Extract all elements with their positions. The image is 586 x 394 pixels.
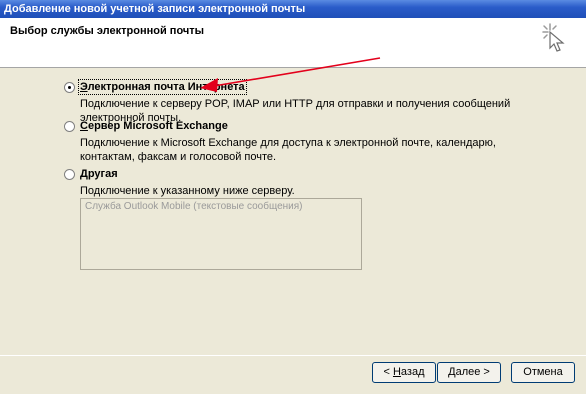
add-email-account-dialog: Добавление новой учетной записи электрон… bbox=[0, 0, 586, 394]
window-title: Добавление новой учетной записи электрон… bbox=[4, 3, 306, 15]
wizard-sparkle-icon bbox=[542, 23, 565, 52]
radio-internet-email[interactable] bbox=[64, 82, 75, 93]
wizard-header: Выбор службы электронной почты bbox=[0, 18, 586, 68]
list-item: Служба Outlook Mobile (текстовые сообщен… bbox=[85, 201, 303, 212]
radio-exchange-server[interactable] bbox=[64, 121, 75, 132]
radio-other[interactable] bbox=[64, 169, 75, 180]
other-servers-list: Служба Outlook Mobile (текстовые сообщен… bbox=[80, 198, 362, 270]
option-internet-email-label[interactable]: Электронная почта Интернета bbox=[78, 79, 247, 95]
option-exchange-server-description: Подключение к Microsoft Exchange для дос… bbox=[80, 137, 496, 163]
back-button[interactable]: < Назад bbox=[372, 362, 436, 383]
title-bar: Добавление новой учетной записи электрон… bbox=[0, 0, 586, 18]
next-button[interactable]: Далее > bbox=[437, 362, 501, 383]
option-other-description: Подключение к указанному ниже серверу. bbox=[80, 185, 295, 197]
option-exchange-server-label[interactable]: Сервер Microsoft Exchange bbox=[80, 120, 228, 132]
page-title: Выбор службы электронной почты bbox=[10, 25, 205, 37]
cancel-button[interactable]: Отмена bbox=[511, 362, 575, 383]
option-other-label[interactable]: Другая bbox=[80, 168, 118, 180]
button-separator bbox=[0, 355, 586, 356]
